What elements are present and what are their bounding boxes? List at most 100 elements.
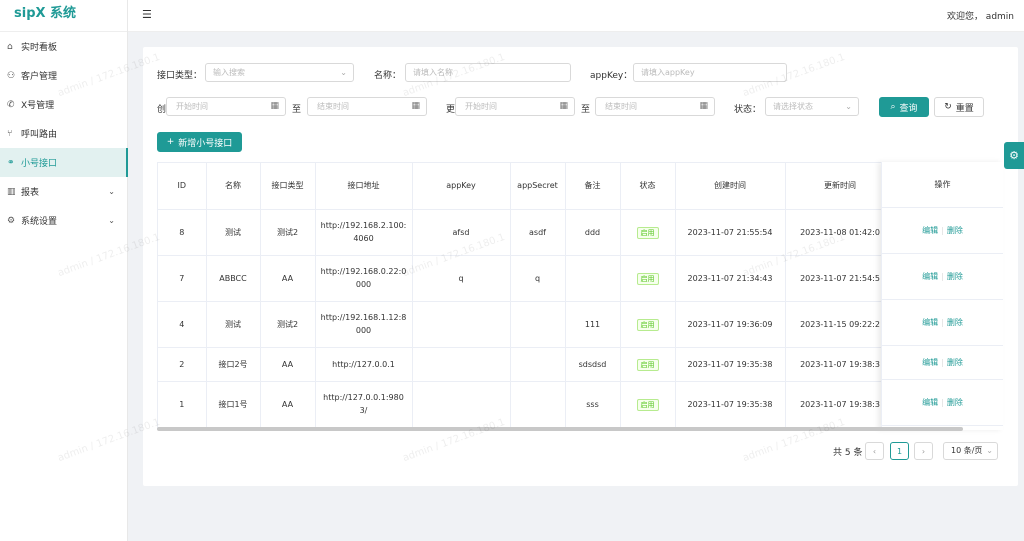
sidebar-item-dashboard[interactable]: ⌂ 实时看板 bbox=[0, 32, 127, 61]
settings-drawer-toggle[interactable]: ⚙ bbox=[1004, 142, 1024, 169]
to-separator: 至 bbox=[292, 105, 302, 115]
cell-remark: 111 bbox=[565, 301, 621, 348]
chevron-down-icon: ⌄ bbox=[340, 68, 347, 77]
search-button[interactable]: ⌕ 查询 bbox=[879, 97, 929, 117]
sidebar-item-number-api[interactable]: ⚭ 小号接口 bbox=[0, 148, 128, 177]
col-header-status: 状态 bbox=[620, 163, 676, 210]
page-size-select[interactable]: 10 条/页 ⌄ bbox=[943, 442, 998, 460]
sidebar-item-label: 呼叫路由 bbox=[21, 130, 58, 140]
table-header-row: ID 名称 接口类型 接口地址 appKey appSecret 备注 状态 创… bbox=[158, 163, 1002, 210]
table-row: 1 接口1号 AA http://127.0.0.1:9803/ sss 启用 … bbox=[158, 381, 1002, 428]
row-actions: 编辑 | 删除 bbox=[882, 346, 1003, 380]
delete-button[interactable]: 删除 bbox=[947, 317, 963, 328]
status-select[interactable]: 请选择状态 ⌄ bbox=[765, 97, 859, 116]
app-logo: sipX 系统 bbox=[0, 0, 127, 32]
reset-button-label: 重置 bbox=[955, 103, 974, 114]
cell-id: 1 bbox=[158, 381, 207, 428]
sidebar-item-customers[interactable]: ⚇ 客户管理 bbox=[0, 61, 127, 90]
date-placeholder: 结束时间 bbox=[317, 102, 349, 111]
appkey-label: appKey： bbox=[590, 71, 633, 81]
table-row: 8 测试 测试2 http://192.168.2.100:4060 afsd … bbox=[158, 209, 1002, 256]
page-number-button[interactable]: 1 bbox=[890, 442, 909, 460]
sidebar-item-label: 实时看板 bbox=[21, 43, 58, 53]
col-header-created: 创建时间 bbox=[675, 163, 786, 210]
gear-icon: ⚙ bbox=[7, 215, 16, 226]
sidebar-item-call-routing[interactable]: ⑂ 呼叫路由 bbox=[0, 119, 127, 148]
name-input[interactable] bbox=[405, 63, 571, 82]
cell-status: 启用 bbox=[620, 209, 676, 256]
cell-id: 2 bbox=[158, 347, 207, 382]
table-horizontal-scrollbar[interactable] bbox=[157, 427, 963, 431]
col-header-remark: 备注 bbox=[565, 163, 621, 210]
cell-appkey bbox=[412, 347, 511, 382]
cell-appsecret bbox=[510, 301, 566, 348]
cell-updated: 2023-11-07 19:38:3 bbox=[785, 347, 896, 382]
sidebar-item-label: 报表 bbox=[21, 188, 40, 198]
sidebar-item-x-numbers[interactable]: ✆ X号管理 bbox=[0, 90, 127, 119]
col-header-actions: 操作 bbox=[882, 162, 1003, 208]
edit-button[interactable]: 编辑 bbox=[922, 317, 938, 328]
cell-remark: sss bbox=[565, 381, 621, 428]
cell-created: 2023-11-07 19:36:09 bbox=[675, 301, 786, 348]
cell-updated: 2023-11-07 21:54:5 bbox=[785, 255, 896, 302]
edit-button[interactable]: 编辑 bbox=[922, 225, 938, 236]
create-time-label: 创 bbox=[157, 105, 167, 115]
cell-created: 2023-11-07 21:55:54 bbox=[675, 209, 786, 256]
type-label: 接口类型： bbox=[157, 71, 203, 81]
create-start-date[interactable]: 开始时间 ▦ bbox=[166, 97, 286, 116]
search-icon: ⌕ bbox=[890, 102, 896, 112]
add-api-button[interactable]: + 新增小号接口 bbox=[157, 132, 242, 152]
cell-id: 4 bbox=[158, 301, 207, 348]
cell-appsecret bbox=[510, 381, 566, 428]
appkey-input[interactable] bbox=[633, 63, 787, 82]
edit-button[interactable]: 编辑 bbox=[922, 397, 938, 408]
update-start-date[interactable]: 开始时间 ▦ bbox=[455, 97, 575, 116]
reset-button[interactable]: ↻ 重置 bbox=[934, 97, 984, 117]
delete-button[interactable]: 删除 bbox=[947, 397, 963, 408]
cell-remark: sdsdsd bbox=[565, 347, 621, 382]
menu-toggle-icon[interactable]: ☰ bbox=[142, 8, 152, 21]
cell-status: 启用 bbox=[620, 255, 676, 302]
welcome-text: 欢迎您， admin bbox=[946, 12, 1014, 22]
sidebar-item-reports[interactable]: ▥ 报表 ⌄ bbox=[0, 177, 127, 206]
cell-name: 接口2号 bbox=[206, 347, 261, 382]
cell-appkey bbox=[412, 381, 511, 428]
calendar-icon: ▦ bbox=[699, 101, 708, 111]
sidebar-item-label: 系统设置 bbox=[21, 217, 58, 227]
type-select[interactable]: 输入搜索 ⌄ bbox=[205, 63, 354, 82]
table-row: 2 接口2号 AA http://127.0.0.1 sdsdsd 启用 202… bbox=[158, 347, 1002, 382]
table-row: 7 ABBCC AA http://192.168.0.22:0000 q q … bbox=[158, 255, 1002, 302]
api-table: ID 名称 接口类型 接口地址 appKey appSecret 备注 状态 创… bbox=[157, 162, 1003, 430]
date-placeholder: 开始时间 bbox=[465, 102, 497, 111]
cell-appsecret bbox=[510, 347, 566, 382]
cell-id: 8 bbox=[158, 209, 207, 256]
delete-button[interactable]: 删除 bbox=[947, 357, 963, 368]
delete-button[interactable]: 删除 bbox=[947, 225, 963, 236]
edit-button[interactable]: 编辑 bbox=[922, 357, 938, 368]
sidebar-item-settings[interactable]: ⚙ 系统设置 ⌄ bbox=[0, 206, 127, 235]
cell-created: 2023-11-07 21:34:43 bbox=[675, 255, 786, 302]
edit-button[interactable]: 编辑 bbox=[922, 271, 938, 282]
create-end-date[interactable]: 结束时间 ▦ bbox=[307, 97, 427, 116]
prev-page-button[interactable]: ‹ bbox=[865, 442, 884, 460]
home-icon: ⌂ bbox=[7, 41, 13, 52]
pagination-total: 共 5 条 bbox=[833, 448, 863, 458]
cell-appkey: afsd bbox=[412, 209, 511, 256]
update-end-date[interactable]: 结束时间 ▦ bbox=[595, 97, 715, 116]
sidebar-item-label: X号管理 bbox=[21, 101, 55, 111]
col-header-appsecret: appSecret bbox=[510, 163, 566, 210]
status-badge: 启用 bbox=[636, 398, 659, 411]
top-header: ☰ 欢迎您， admin bbox=[128, 0, 1024, 32]
status-badge: 启用 bbox=[636, 358, 659, 371]
cell-appsecret: q bbox=[510, 255, 566, 302]
refresh-icon: ↻ bbox=[944, 102, 952, 112]
gear-icon: ⚙ bbox=[1009, 149, 1019, 162]
status-select-placeholder: 请选择状态 bbox=[773, 102, 813, 111]
cell-remark: ddd bbox=[565, 209, 621, 256]
next-page-button[interactable]: › bbox=[914, 442, 933, 460]
cell-type: AA bbox=[260, 347, 316, 382]
delete-button[interactable]: 删除 bbox=[947, 271, 963, 282]
cell-status: 启用 bbox=[620, 301, 676, 348]
col-header-url: 接口地址 bbox=[315, 163, 413, 210]
cell-url: http://192.168.2.100:4060 bbox=[315, 209, 413, 256]
